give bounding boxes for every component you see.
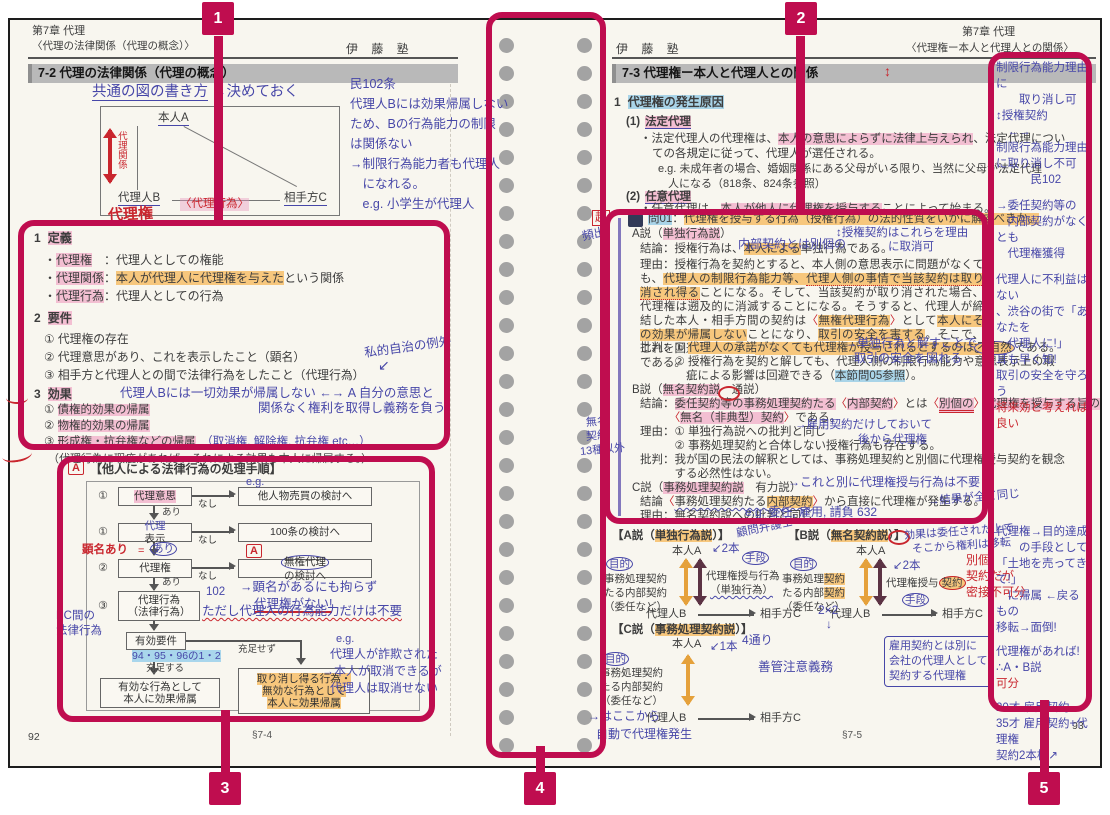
diagram-c-left-label2: たる内部契約	[600, 681, 663, 693]
left-page-number: 92	[28, 731, 40, 743]
heading-number: (2)	[626, 191, 640, 203]
diagram-a-header: 【A説（単独行為説）】	[612, 530, 730, 543]
hw-power-arises-note2: 自動で代理権発生	[596, 728, 692, 742]
hw-four-patterns: 4通り	[742, 634, 773, 648]
hw-updown-arrow: ↕	[884, 63, 891, 79]
hw-box-line: 雇用契約とは別に	[889, 639, 988, 654]
diagram-b-counterparty: 相手方C	[942, 608, 983, 621]
callout-box-1	[18, 220, 450, 450]
right-brand: 伊 藤 塾	[616, 43, 684, 57]
callout-badge-4: 4	[524, 772, 556, 805]
agency-relation-arrow-icon	[108, 130, 112, 182]
diagram-a-left-label1: 事務処理契約	[604, 573, 667, 585]
right-chapter-header: 第7章 代理	[962, 26, 1015, 39]
left-subtitle: 〈代理の法律関係（代理の概念）〉	[32, 40, 195, 52]
callout-stem-2	[796, 36, 805, 209]
callout-box-3	[57, 456, 435, 722]
diagram-counterparty-label: 相手方C	[284, 192, 327, 206]
internal-contract-arrow-icon	[684, 560, 688, 604]
right-footer-section: §7-5	[842, 730, 862, 742]
diagram-arrow-b-to-c-icon	[882, 614, 936, 616]
diagram-a-right-label1: 代理権授与行為	[706, 570, 780, 582]
diagram-principal-label: 本人A	[158, 112, 189, 126]
hw-note-capacity: 民102条代理人Bには効果帰属しないため、Bの行為能力の制限は関係ない→制限行為…	[350, 74, 508, 214]
callout-stem-4	[536, 746, 545, 772]
diagram-c-left-label1: 事務処理契約	[600, 667, 663, 679]
diagram-c-left-label3: （委任など）	[600, 695, 663, 707]
callout-box-5	[988, 52, 1092, 712]
diagram-arrow-b-to-c-icon	[698, 614, 754, 616]
hw-goal-circled: 目的	[606, 557, 633, 571]
callout-box-2	[604, 209, 988, 524]
hw-means-circled: 手段	[902, 593, 929, 607]
callout-badge-3: 3	[209, 772, 241, 805]
callout-stem-3	[221, 710, 230, 772]
diagram-agent-label: 代理人B	[118, 192, 160, 206]
diagram-c-counterparty: 相手方C	[760, 712, 801, 725]
hw-means-circled: 手段	[742, 551, 769, 565]
diagram-b-right-label: 代理権授与契約	[886, 577, 966, 589]
internal-contract-arrow-icon	[864, 560, 868, 604]
statutory-agency-header: (1) 法定代理	[626, 116, 691, 129]
power-grant-arrow-icon	[878, 560, 882, 604]
left-footer-section: §7-4	[252, 730, 272, 742]
heading-number: (1)	[626, 116, 640, 128]
diagram-c-header: 【C説（事務処理契約説）】	[612, 624, 753, 637]
left-header-rule	[28, 57, 458, 59]
diagram-b-left-label1: 事務処理契約	[782, 573, 845, 585]
diagram-arrow-b-to-c-icon	[698, 718, 754, 720]
hw-two-lines-note: ↙2本	[712, 543, 740, 556]
diagram-b-left-label2: たる内部契約	[782, 587, 845, 599]
hw-one-line-note: ↙1本	[710, 641, 738, 654]
hw-box-line: 契約する代理権	[889, 669, 988, 684]
diagram-a-agent: 代理人B	[646, 608, 686, 621]
left-chapter-header: 第7章 代理	[32, 25, 85, 38]
callout-badge-5: 5	[1028, 772, 1060, 805]
left-brand: 伊 藤 塾	[346, 43, 414, 57]
diagram-a-right-label2: （単独行為）	[710, 584, 773, 596]
hw-duty-of-care: 善管注意義務	[758, 660, 833, 674]
callout-badge-1: 1	[202, 2, 234, 35]
section-number: 1	[614, 95, 621, 109]
hw-common-diagram-note: 共通の図の書き方 →決めておく	[92, 84, 299, 101]
callout-box-4	[486, 12, 606, 758]
hw-separate-contract-note1: 別個	[966, 554, 990, 568]
heading-title: 法定代理	[645, 116, 691, 129]
diagram-relation-label: 代理関係	[115, 131, 126, 169]
callout-stem-1	[214, 36, 223, 220]
statutory-agency-line2: ての各規定に従って、代理人が選任される。	[652, 148, 881, 161]
callout-badge-2: 2	[785, 2, 817, 35]
internal-contract-arrow-icon	[686, 656, 690, 704]
hw-goal-circled: 目的	[602, 652, 629, 666]
screenshot-root: 第7章 代理 〈代理の法律関係（代理の概念）〉 伊 藤 塾 7-2 代理の法律関…	[0, 0, 1110, 815]
hw-goal-circled: 目的	[790, 557, 817, 571]
hw-employment-separate-box: 雇用契約とは別に会社の代理人として契約する代理権	[884, 636, 993, 687]
diagram-a-left-label2: たる内部契約	[604, 587, 667, 599]
hw-two-lines-note: ↙2本	[893, 560, 921, 573]
statutory-agency-example1: e.g. 未成年者の場合、婚姻関係にある父母がいる限り、当然に父母が法定代理	[658, 163, 1042, 176]
callout-stem-5	[1040, 700, 1049, 772]
power-grant-arrow-icon	[698, 560, 702, 604]
section-origin-header: 1 代理権の発生原因	[614, 96, 724, 110]
hw-down-arrow: ↓	[826, 618, 832, 632]
section-title: 代理権の発生原因	[628, 95, 724, 109]
hw-box-line: 会社の代理人として	[889, 654, 988, 669]
hw-two-by-two: 2×2	[818, 604, 838, 618]
